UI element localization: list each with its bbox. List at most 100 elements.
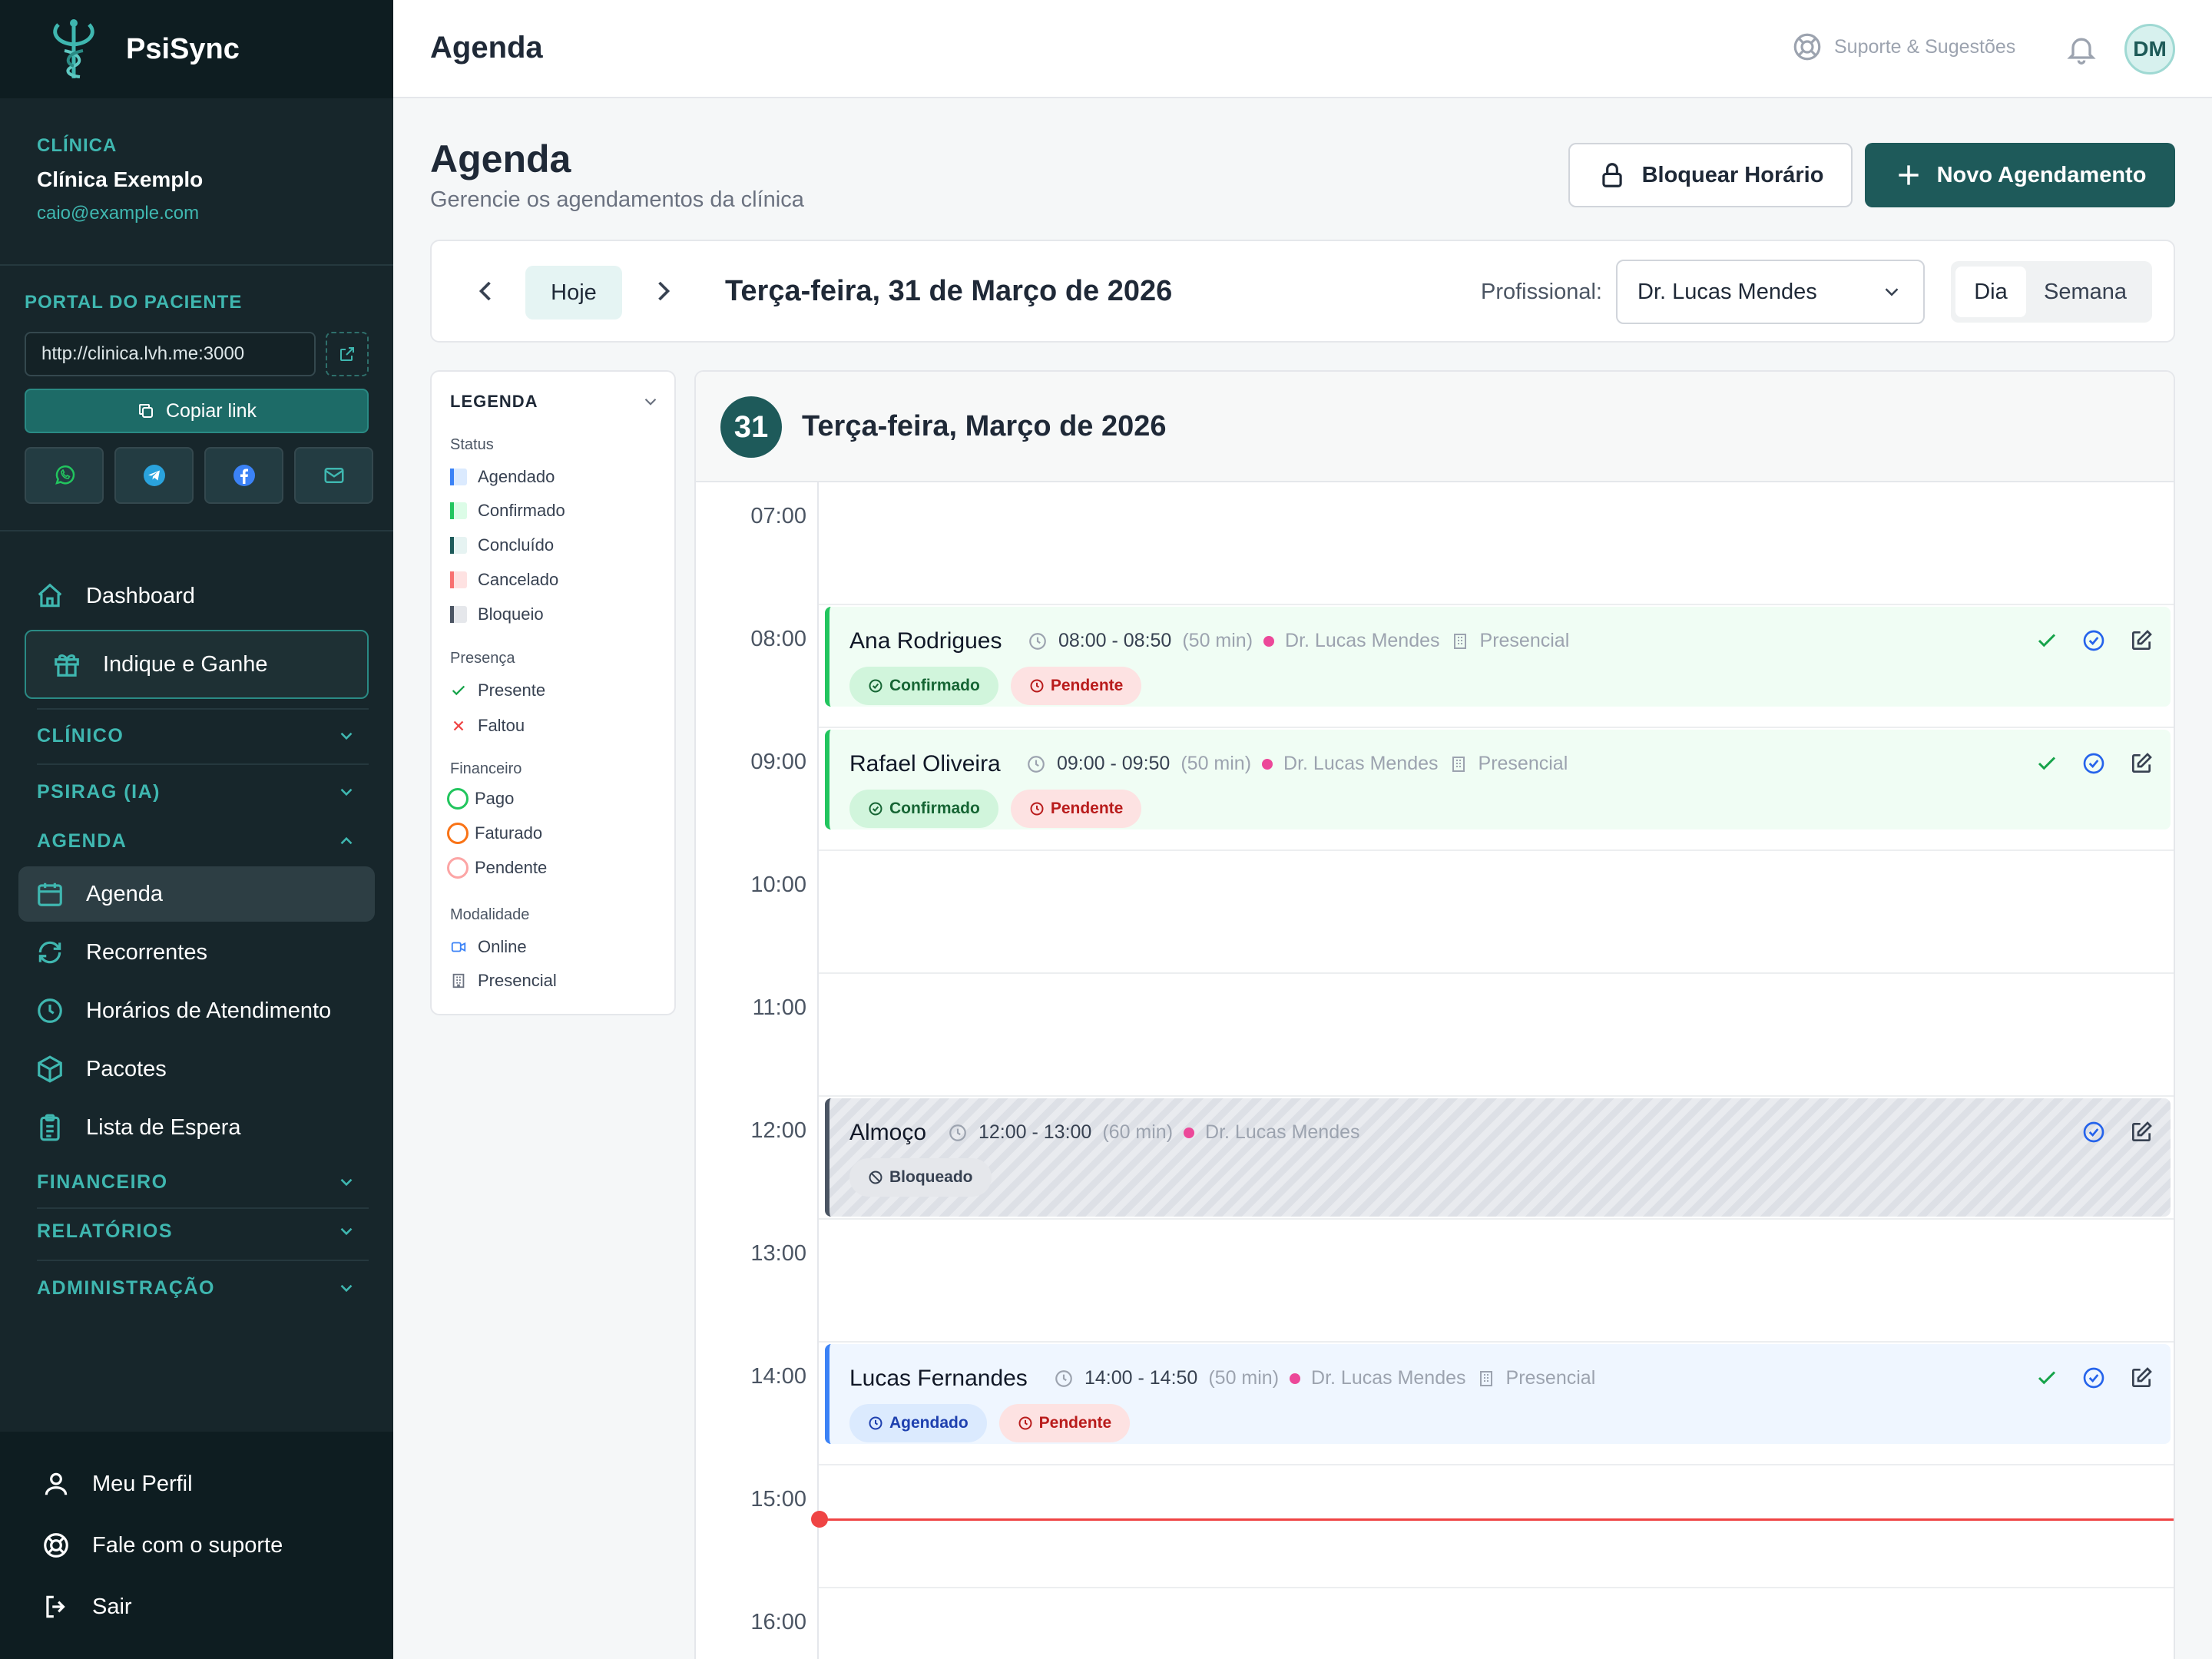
legend-concluido: Concluído (450, 535, 554, 555)
nav-lista-espera-label: Lista de Espera (86, 1114, 241, 1140)
hour-grid: 07:00 08:00 09:00 10:00 11:00 12:00 13:0… (696, 482, 2174, 1659)
confirm-circle-check-icon[interactable] (2081, 751, 2106, 776)
confirm-circle-check-icon[interactable] (2081, 628, 2106, 653)
nav-horarios[interactable]: Horários de Atendimento (18, 983, 375, 1038)
sidebar-footer: Meu Perfil Fale com o suporte Sair (0, 1432, 393, 1659)
nav-meu-perfil[interactable]: Meu Perfil (25, 1456, 381, 1512)
appointment-professional: Dr. Lucas Mendes (1205, 1121, 1360, 1143)
open-portal-button[interactable] (326, 332, 369, 376)
section-agenda[interactable]: AGENDA (37, 826, 356, 856)
appointment-card[interactable]: Ana Rodrigues 08:00 - 08:50 (50 min) Dr.… (825, 607, 2171, 707)
divider (37, 1207, 369, 1209)
clinic-label: CLÍNICA (37, 135, 118, 156)
appointment-time: 08:00 - 08:50 (1058, 630, 1172, 651)
clock-icon (949, 1124, 966, 1141)
share-email-button[interactable] (294, 447, 373, 504)
confirm-circle-check-icon[interactable] (2081, 1366, 2106, 1390)
status-swatch (450, 571, 467, 588)
status-swatch (450, 537, 467, 554)
confirm-circle-check-icon[interactable] (2081, 1120, 2106, 1144)
section-agenda-label: AGENDA (37, 830, 127, 852)
appointment-meta: 14:00 - 14:50 (50 min) Dr. Lucas Mendes … (1054, 1367, 1595, 1389)
nav-recorrentes[interactable]: Recorrentes (18, 925, 375, 980)
appointment-time: 09:00 - 09:50 (1057, 753, 1171, 774)
hour-label: 16:00 (750, 1610, 806, 1634)
share-telegram-button[interactable] (114, 447, 194, 504)
support-link[interactable]: Suporte & Sugestões (1791, 31, 2015, 63)
edit-icon[interactable] (2129, 628, 2154, 653)
nav-dashboard[interactable]: Dashboard (18, 568, 375, 624)
section-clinico[interactable]: CLÍNICO (37, 720, 356, 751)
appointment-mode: Presencial (1479, 630, 1570, 651)
nav-pacotes[interactable]: Pacotes (18, 1041, 375, 1097)
chevron-left-icon (478, 281, 491, 301)
clock-icon (1055, 1369, 1072, 1387)
previous-day-button[interactable] (469, 274, 502, 308)
hour-label: 11:00 (752, 995, 806, 1020)
legend-online: Online (450, 937, 527, 957)
nav-lista-espera[interactable]: Lista de Espera (18, 1100, 375, 1155)
divider (37, 708, 369, 710)
notifications-button[interactable] (2065, 32, 2098, 66)
legend-faturado-label: Faturado (475, 823, 543, 843)
hour-line (819, 1095, 2174, 1097)
chevron-down-icon (644, 398, 657, 406)
share-whatsapp-button[interactable] (25, 447, 104, 504)
patient-name: Lucas Fernandes (849, 1366, 1028, 1391)
appointment-badges: Confirmado Pendente (849, 667, 1142, 705)
copy-link-button[interactable]: Copiar link (25, 389, 369, 433)
lifebuoy-icon (44, 1533, 68, 1558)
paid-ring-icon (447, 788, 469, 810)
new-appointment-button[interactable]: Novo Agendamento (1865, 143, 2175, 207)
mark-present-check-icon[interactable] (2035, 629, 2058, 652)
nav-sair[interactable]: Sair (25, 1579, 381, 1634)
clock-icon (869, 1416, 882, 1430)
time-column-divider (817, 482, 819, 1659)
appointment-actions (2081, 1120, 2154, 1144)
clipboard-icon (40, 1114, 60, 1141)
hour-label: 14:00 (750, 1364, 806, 1389)
circle-check-icon (869, 802, 882, 816)
nav-agenda[interactable]: Agenda (18, 866, 375, 922)
status-swatch (450, 469, 467, 485)
section-financeiro[interactable]: FINANCEIRO (37, 1167, 356, 1197)
professional-select[interactable]: Dr. Lucas Mendes (1616, 260, 1925, 324)
section-financeiro-label: FINANCEIRO (37, 1171, 168, 1193)
mark-present-check-icon[interactable] (2035, 1366, 2058, 1389)
portal-url-field[interactable]: http://clinica.lvh.me:3000 (25, 332, 316, 376)
patient-name: Rafael Oliveira (849, 751, 1001, 777)
edit-icon[interactable] (2129, 751, 2154, 776)
view-day-button[interactable]: Dia (1955, 267, 2026, 317)
professional-selected-value: Dr. Lucas Mendes (1637, 279, 1817, 304)
building-icon (1453, 633, 1466, 649)
appointment-card[interactable]: Rafael Oliveira 09:00 - 09:50 (50 min) D… (825, 730, 2171, 830)
legend-bloqueio-label: Bloqueio (478, 604, 544, 624)
section-administracao[interactable]: ADMINISTRAÇÃO (37, 1273, 356, 1303)
chevron-down-icon (340, 1284, 353, 1293)
hour-label: 08:00 (750, 627, 806, 651)
nav-fale-suporte-label: Fale com o suporte (92, 1532, 283, 1558)
appointment-actions (2035, 1366, 2154, 1390)
edit-icon[interactable] (2129, 1120, 2154, 1144)
video-icon (451, 942, 466, 952)
nav-fale-suporte[interactable]: Fale com o suporte (25, 1518, 381, 1573)
legend-header[interactable]: LEGENDA (450, 392, 661, 412)
edit-icon[interactable] (2129, 1366, 2154, 1390)
nav-indique-ganhe[interactable]: Indique e Ganhe (25, 630, 369, 699)
next-day-button[interactable] (647, 274, 680, 308)
view-toggle: Dia Semana (1951, 261, 2152, 323)
mark-present-check-icon[interactable] (2035, 752, 2058, 775)
user-avatar[interactable]: DM (2124, 24, 2175, 75)
view-week-button[interactable]: Semana (2026, 267, 2144, 317)
section-psirag[interactable]: PSIRAG (IA) (37, 777, 356, 807)
payment-badge-label: Pendente (1050, 800, 1124, 817)
mail-icon (324, 468, 343, 483)
share-facebook-button[interactable] (204, 447, 283, 504)
status-badge-label: Bloqueado (889, 1168, 973, 1186)
blocked-slot-card[interactable]: Almoço 12:00 - 13:00 (60 min) Dr. Lucas … (825, 1098, 2171, 1217)
payment-badge: Pendente (1010, 667, 1142, 705)
appointment-card[interactable]: Lucas Fernandes 14:00 - 14:50 (50 min) D… (825, 1344, 2171, 1444)
block-time-button[interactable]: Bloquear Horário (1568, 143, 1853, 207)
today-button[interactable]: Hoje (525, 266, 622, 320)
section-relatorios[interactable]: RELATÓRIOS (37, 1216, 356, 1247)
